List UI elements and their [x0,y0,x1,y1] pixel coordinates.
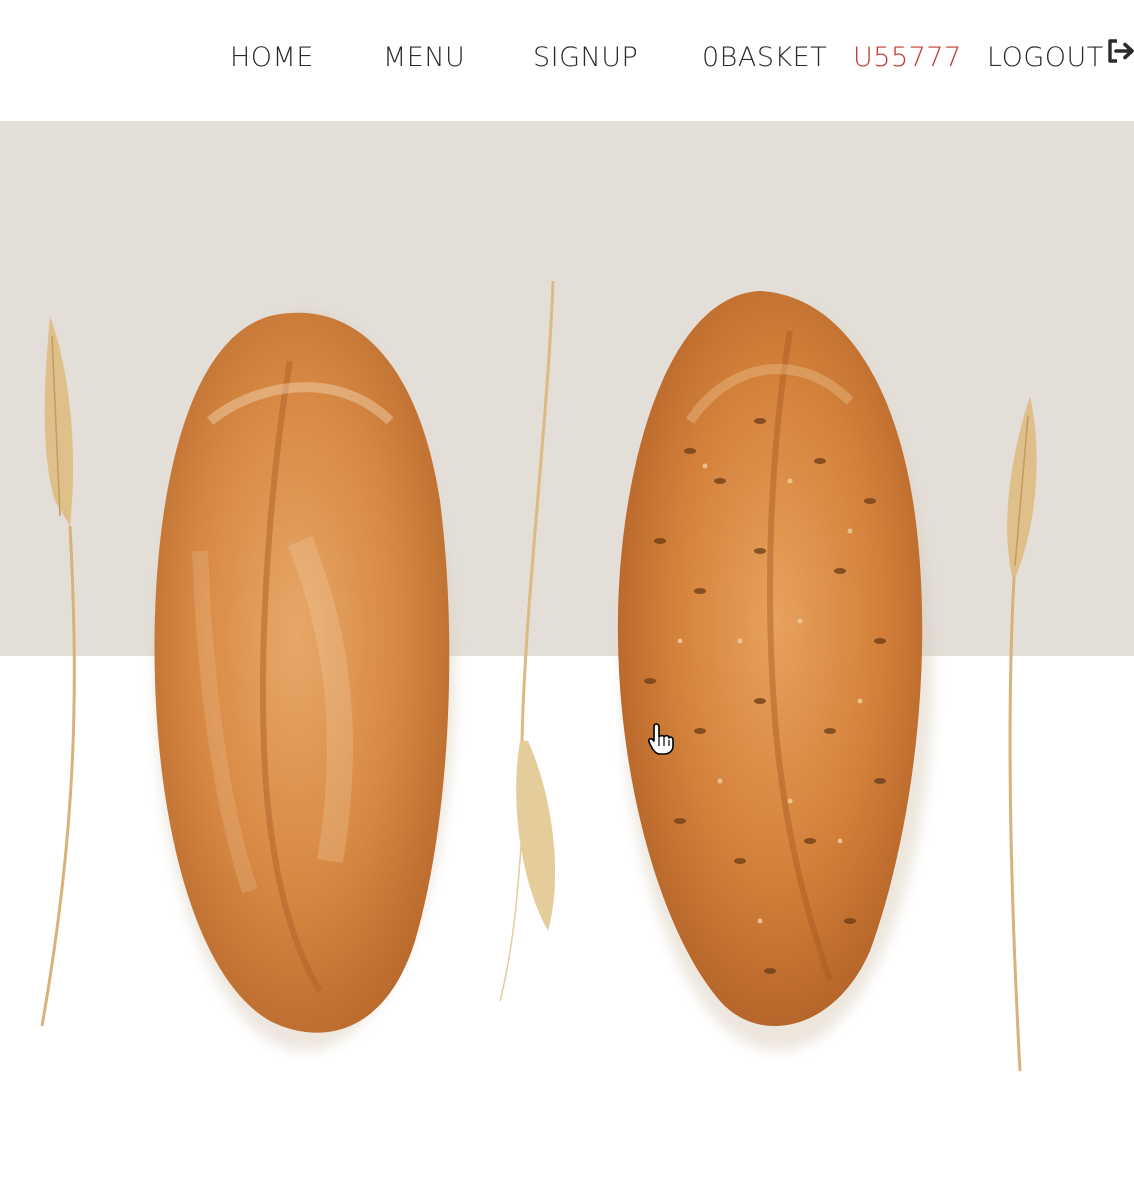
logout-label: LOGOUT [987,42,1104,73]
bread-loaf-left [154,312,450,1033]
hero-image [0,121,1134,1190]
nav-user-link[interactable]: U55777 [853,40,962,76]
nav-basket-link[interactable]: 0BASKET [702,40,827,76]
nav-logout-link[interactable]: LOGOUT [987,38,1134,76]
nav-home-link[interactable]: HOME [230,40,314,76]
nav-signup-link[interactable]: SIGNUP [533,40,638,76]
sign-out-icon [1106,38,1134,74]
top-navbar: HOME MENU SIGNUP 0BASKET U55777 LOGOUT [0,0,1134,121]
bread-illustration [0,121,1134,1190]
hand-pointer-icon [647,722,676,756]
nav-menu-link[interactable]: MENU [383,40,465,76]
